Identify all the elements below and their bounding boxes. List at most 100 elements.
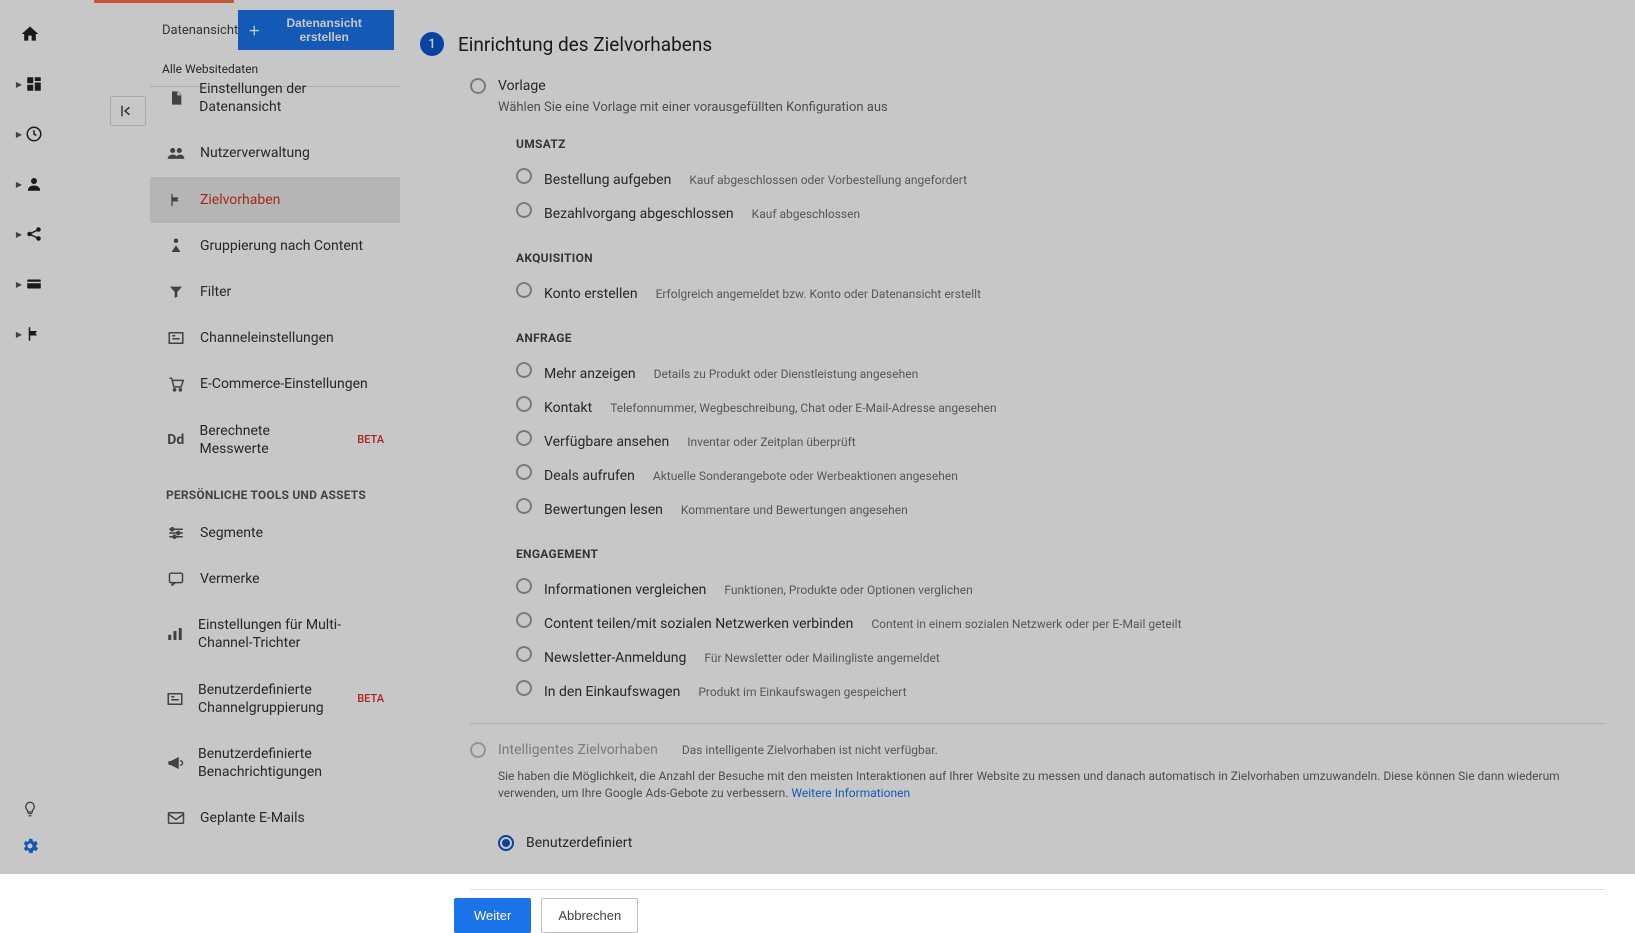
sidebar-item-view-settings[interactable]: Einstellungen der Datenansicht [150, 66, 400, 130]
rail-conversions[interactable]: ▶ [16, 324, 44, 344]
template-option-desc: Für Newsletter oder Mailingliste angemel… [704, 651, 939, 665]
radio-icon[interactable] [516, 612, 532, 628]
option-vorlage: Vorlage Wählen Sie eine Vorlage mit eine… [420, 74, 1605, 707]
template-option-label: Mehr anzeigen [544, 366, 636, 382]
template-option-desc: Aktuelle Sonderangebote oder Werbeaktion… [653, 469, 958, 483]
gear-icon[interactable] [20, 836, 40, 856]
chevron-right-icon: ▶ [16, 330, 22, 339]
sidebar-item-label: Berechnete Messwerte [200, 422, 340, 458]
smart-description: Sie haben die Möglichkeit, die Anzahl de… [498, 768, 1565, 803]
template-option-label: Kontakt [544, 400, 592, 416]
mail-icon [166, 811, 186, 825]
sidebar-item-annotations[interactable]: Vermerke [150, 556, 400, 602]
template-option[interactable]: Content teilen/mit sozialen Netzwerken v… [516, 605, 1605, 639]
next-button[interactable]: Weiter [454, 898, 531, 933]
sidebar-item-calculated-metrics[interactable]: Dd Berechnete Messwerte BETA [150, 408, 400, 472]
template-option[interactable]: Verfügbare ansehenInventar oder Zeitplan… [516, 423, 1605, 457]
sidebar-item-channel-settings[interactable]: Channeleinstellungen [150, 315, 400, 361]
users-icon [166, 145, 186, 161]
option-vorlage-label: Vorlage [498, 78, 546, 94]
step-header: 1 Einrichtung des Zielvorhabens [420, 32, 1605, 56]
chevron-right-icon: ▶ [16, 80, 22, 89]
radio-icon[interactable] [516, 168, 532, 184]
rail-realtime[interactable]: ▶ [16, 124, 44, 144]
sidebar-item-label: Vermerke [200, 570, 260, 588]
chevron-right-icon: ▶ [16, 130, 22, 139]
person-icon [24, 174, 44, 194]
template-option-label: Verfügbare ansehen [544, 434, 669, 450]
template-option[interactable]: Bezahlvorgang abgeschlossenKauf abgeschl… [516, 195, 1605, 229]
sidebar-item-mcf-settings[interactable]: Einstellungen für Multi-Channel-Trichter [150, 602, 400, 666]
flag-icon [24, 324, 44, 344]
template-section-title: UMSATZ [516, 137, 1605, 151]
smart-more-info-link[interactable]: Weitere Informationen [791, 786, 910, 800]
template-option-desc: Telefonnummer, Wegbeschreibung, Chat ode… [610, 401, 996, 415]
segments-icon [166, 526, 186, 540]
template-option[interactable]: In den EinkaufswagenProdukt im Einkaufsw… [516, 673, 1605, 707]
template-option[interactable]: Bestellung aufgebenKauf abgeschlossen od… [516, 161, 1605, 195]
option-custom-label: Benutzerdefiniert [526, 835, 632, 851]
template-option-label: Bezahlvorgang abgeschlossen [544, 206, 734, 222]
template-option[interactable]: Deals aufrufenAktuelle Sonderangebote od… [516, 457, 1605, 491]
sidebar-item-label: Einstellungen für Multi-Channel-Trichter [198, 616, 384, 652]
sidebar-section-title: PERSÖNLICHE TOOLS UND ASSETS [150, 472, 400, 510]
option-custom[interactable]: Benutzerdefiniert [448, 813, 678, 873]
card-icon [24, 274, 44, 294]
radio-icon[interactable] [516, 498, 532, 514]
template-option-label: Konto erstellen [544, 286, 638, 302]
step-title: Einrichtung des Zielvorhabens [458, 33, 712, 56]
chevron-right-icon: ▶ [16, 280, 22, 289]
note-icon [166, 571, 186, 587]
template-option-desc: Erfolgreich angemeldet bzw. Konto oder D… [656, 287, 981, 301]
radio-icon[interactable] [516, 362, 532, 378]
left-nav-rail: ▶ ▶ ▶ ▶ ▶ ▶ [0, 0, 60, 874]
sidebar-scroll[interactable]: Einstellungen der Datenansicht Nutzerver… [150, 66, 400, 874]
radio-icon[interactable] [516, 680, 532, 696]
sidebar-item-custom-alerts[interactable]: Benutzerdefinierte Benachrichtigungen [150, 731, 400, 795]
radio-icon[interactable] [516, 578, 532, 594]
template-option[interactable]: Konto erstellen Erfolgreich angemeldet bz… [516, 275, 1605, 309]
radio-icon[interactable] [516, 430, 532, 446]
plus-icon: ＋ [248, 22, 260, 39]
template-option-label: In den Einkaufswagen [544, 684, 680, 700]
radio-icon[interactable] [516, 464, 532, 480]
clock-icon [24, 124, 44, 144]
dashboard-icon [24, 74, 44, 94]
radio-icon[interactable] [516, 282, 532, 298]
rail-behavior[interactable]: ▶ [16, 274, 44, 294]
radio-icon[interactable] [498, 835, 514, 851]
cancel-button[interactable]: Abbrechen [541, 898, 638, 933]
sidebar-item-custom-channel-grouping[interactable]: Benutzerdefinierte Channelgruppierung BE… [150, 667, 400, 731]
sidebar-item-label: E-Commerce-Einstellungen [200, 375, 368, 393]
template-option[interactable]: Kontakt Telefonnummer, Wegbeschreibung, C… [516, 389, 1605, 423]
create-view-button[interactable]: ＋ Datenansicht erstellen [238, 10, 394, 50]
template-option[interactable]: Mehr anzeigenDetails zu Produkt oder Die… [516, 355, 1605, 389]
sidebar-item-scheduled-emails[interactable]: Geplante E-Mails [150, 795, 400, 841]
radio-icon[interactable] [516, 396, 532, 412]
rail-audience[interactable]: ▶ [16, 174, 44, 194]
option-vorlage-head[interactable]: Vorlage [420, 74, 1605, 100]
dd-icon: Dd [166, 431, 186, 449]
template-option[interactable]: Bewertungen lesenKommentare und Bewertun… [516, 491, 1605, 525]
sidebar-item-filters[interactable]: Filter [150, 269, 400, 315]
bulb-icon[interactable] [21, 800, 39, 818]
template-section-title: ENGAGEMENT [516, 547, 1605, 561]
rail-dashboard[interactable]: ▶ [16, 74, 44, 94]
collapse-sidebar-button[interactable] [110, 96, 146, 126]
template-option[interactable]: Informationen vergleichenFunktionen, Pro… [516, 571, 1605, 605]
beta-badge: BETA [357, 692, 384, 706]
sidebar-item-content-grouping[interactable]: Gruppierung nach Content [150, 223, 400, 269]
rail-acquisition[interactable]: ▶ [16, 224, 44, 244]
rail-home[interactable] [20, 24, 40, 44]
template-section: ENGAGEMENT Informationen vergleichenFunkt… [516, 537, 1605, 707]
sidebar-item-ecommerce-settings[interactable]: E-Commerce-Einstellungen [150, 361, 400, 407]
radio-icon[interactable] [516, 202, 532, 218]
sidebar-item-goals[interactable]: Zielvorhaben [150, 177, 400, 223]
sidebar-item-segments[interactable]: Segmente [150, 510, 400, 556]
template-option[interactable]: Newsletter-AnmeldungFür Newsletter oder … [516, 639, 1605, 673]
radio-icon[interactable] [470, 78, 486, 94]
create-view-label: Datenansicht erstellen [264, 16, 384, 44]
radio-icon[interactable] [516, 646, 532, 662]
sidebar-item-label: Channeleinstellungen [200, 329, 334, 347]
sidebar-item-user-management[interactable]: Nutzerverwaltung [150, 130, 400, 176]
